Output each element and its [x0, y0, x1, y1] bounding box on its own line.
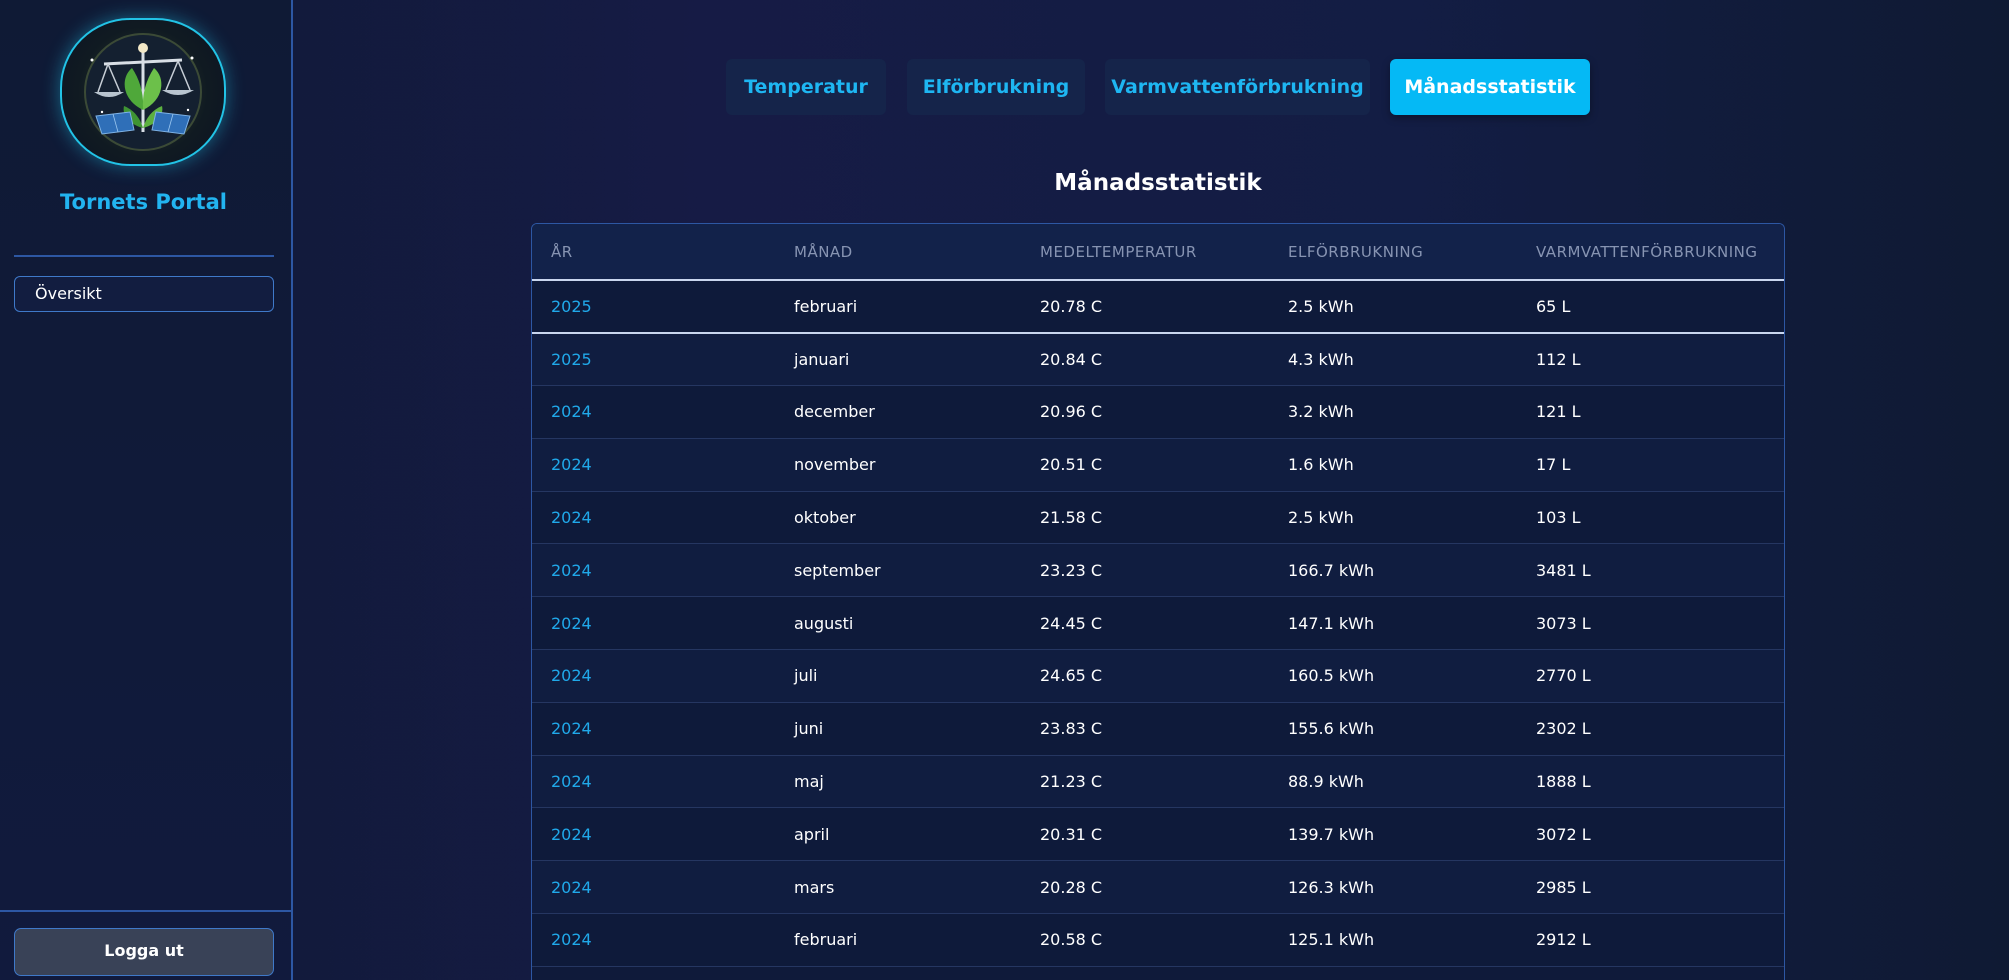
- cell-month: juli: [794, 666, 818, 686]
- cell-electricity: 166.7 kWh: [1288, 560, 1375, 580]
- table-row[interactable]: 2025 februari 20.78 C 2.5 kWh 65 L: [532, 280, 1784, 333]
- cell-year: 2024: [551, 824, 592, 844]
- sidebar-divider: [14, 255, 274, 257]
- cell-hot-water: 2770 L: [1536, 666, 1591, 686]
- cell-month: mars: [794, 877, 835, 897]
- tab-manadsstatistik[interactable]: Månadsstatistik: [1390, 59, 1590, 115]
- cell-avg-temperature: 20.28 C: [1040, 877, 1103, 897]
- cell-year: 2024: [551, 772, 592, 792]
- cell-hot-water: 121 L: [1536, 402, 1581, 422]
- column-header-month[interactable]: MÅNAD: [775, 224, 1021, 280]
- cell-month: september: [794, 560, 881, 580]
- cell-electricity: 1.6 kWh: [1288, 455, 1354, 475]
- table-row[interactable]: 2024 december 20.96 C 3.2 kWh 121 L: [532, 385, 1784, 439]
- cell-hot-water: 112 L: [1536, 349, 1581, 369]
- cell-electricity: 2.5 kWh: [1288, 296, 1354, 316]
- tab-varmvattenforbrukning[interactable]: Varmvattenförbrukning: [1105, 59, 1370, 115]
- table-row[interactable]: 2024 november 20.51 C 1.6 kWh 17 L: [532, 438, 1784, 492]
- cell-month: april: [794, 824, 830, 844]
- cell-year: 2024: [551, 560, 592, 580]
- cell-hot-water: 1888 L: [1536, 772, 1591, 792]
- cell-month: februari: [794, 930, 858, 950]
- scales-leaf-solar-emblem-icon: [84, 33, 202, 151]
- cell-year: 2025: [551, 349, 592, 369]
- table-row[interactable]: 2024 augusti 24.45 C 147.1 kWh 3073 L: [532, 596, 1784, 650]
- cell-avg-temperature: 21.58 C: [1040, 508, 1103, 528]
- table-row[interactable]: 2024 februari 20.58 C 125.1 kWh 2912 L: [532, 913, 1784, 967]
- cell-avg-temperature: 20.84 C: [1040, 349, 1103, 369]
- cell-hot-water: 103 L: [1536, 508, 1581, 528]
- cell-month: december: [794, 402, 875, 422]
- statistics-table: ÅR MÅNAD MEDELTEMPERATUR ELFÖRBRUKNING V…: [532, 224, 1784, 967]
- cell-hot-water: 65 L: [1536, 296, 1571, 316]
- table-row[interactable]: 2024 oktober 21.58 C 2.5 kWh 103 L: [532, 491, 1784, 544]
- cell-avg-temperature: 23.23 C: [1040, 560, 1103, 580]
- cell-month: januari: [794, 349, 850, 369]
- cell-year: 2025: [551, 296, 592, 316]
- column-header-hot-water[interactable]: VARMVATTENFÖRBRUKNING: [1517, 224, 1784, 280]
- cell-electricity: 126.3 kWh: [1288, 877, 1375, 897]
- cell-avg-temperature: 21.23 C: [1040, 772, 1103, 792]
- table-row[interactable]: 2024 september 23.23 C 166.7 kWh 3481 L: [532, 543, 1784, 597]
- cell-avg-temperature: 20.58 C: [1040, 930, 1103, 950]
- cell-hot-water: 2302 L: [1536, 719, 1591, 739]
- sidebar: Tornets Portal Översikt Logga ut: [0, 0, 293, 980]
- cell-electricity: 139.7 kWh: [1288, 824, 1375, 844]
- cell-year: 2024: [551, 508, 592, 528]
- cell-year: 2024: [551, 402, 592, 422]
- cell-month: februari: [794, 296, 858, 316]
- cell-electricity: 2.5 kWh: [1288, 508, 1354, 528]
- cell-avg-temperature: 20.51 C: [1040, 455, 1103, 475]
- cell-year: 2024: [551, 877, 592, 897]
- statistics-table-container: ÅR MÅNAD MEDELTEMPERATUR ELFÖRBRUKNING V…: [531, 223, 1785, 980]
- cell-month: november: [794, 455, 876, 475]
- table-row[interactable]: 2024 juli 24.65 C 160.5 kWh 2770 L: [532, 649, 1784, 703]
- table-row[interactable]: 2024 april 20.31 C 139.7 kWh 3072 L: [532, 807, 1784, 861]
- cell-electricity: 88.9 kWh: [1288, 772, 1364, 792]
- portal-name: Tornets Portal: [60, 190, 227, 214]
- table-header-row: ÅR MÅNAD MEDELTEMPERATUR ELFÖRBRUKNING V…: [532, 224, 1784, 280]
- cell-electricity: 147.1 kWh: [1288, 613, 1375, 633]
- table-row[interactable]: 2024 maj 21.23 C 88.9 kWh 1888 L: [532, 755, 1784, 808]
- cell-hot-water: 17 L: [1536, 455, 1571, 475]
- tab-temperatur[interactable]: Temperatur: [726, 59, 886, 115]
- cell-year: 2024: [551, 930, 592, 950]
- page-title: Månadsstatistik: [1054, 170, 1262, 196]
- cell-year: 2024: [551, 455, 592, 475]
- cell-avg-temperature: 24.45 C: [1040, 613, 1103, 633]
- cell-month: oktober: [794, 508, 856, 528]
- cell-hot-water: 3073 L: [1536, 613, 1591, 633]
- sidebar-item-oversikt[interactable]: Översikt: [14, 276, 274, 312]
- logout-button[interactable]: Logga ut: [14, 928, 274, 976]
- table-row[interactable]: 2025 januari 20.84 C 4.3 kWh 112 L: [532, 332, 1784, 386]
- cell-electricity: 125.1 kWh: [1288, 930, 1375, 950]
- cell-avg-temperature: 20.96 C: [1040, 402, 1103, 422]
- column-header-electricity[interactable]: ELFÖRBRUKNING: [1269, 224, 1517, 280]
- table-row[interactable]: 2024 mars 20.28 C 126.3 kWh 2985 L: [532, 860, 1784, 914]
- cell-year: 2024: [551, 719, 592, 739]
- cell-avg-temperature: 24.65 C: [1040, 666, 1103, 686]
- cell-avg-temperature: 23.83 C: [1040, 719, 1103, 739]
- portal-logo[interactable]: [60, 18, 226, 166]
- cell-electricity: 155.6 kWh: [1288, 719, 1375, 739]
- cell-month: augusti: [794, 613, 854, 633]
- cell-electricity: 3.2 kWh: [1288, 402, 1354, 422]
- column-header-year[interactable]: ÅR: [532, 224, 775, 280]
- cell-year: 2024: [551, 613, 592, 633]
- table-row[interactable]: 2024 juni 23.83 C 155.6 kWh 2302 L: [532, 702, 1784, 756]
- tab-elforbrukning[interactable]: Elförbrukning: [907, 59, 1085, 115]
- cell-hot-water: 3481 L: [1536, 560, 1591, 580]
- cell-month: maj: [794, 772, 824, 792]
- cell-month: juni: [794, 719, 824, 739]
- cell-hot-water: 2912 L: [1536, 930, 1591, 950]
- cell-year: 2024: [551, 666, 592, 686]
- cell-avg-temperature: 20.78 C: [1040, 296, 1103, 316]
- cell-hot-water: 3072 L: [1536, 824, 1591, 844]
- cell-avg-temperature: 20.31 C: [1040, 824, 1103, 844]
- cell-hot-water: 2985 L: [1536, 877, 1591, 897]
- sidebar-bottom-divider: [0, 910, 291, 912]
- cell-electricity: 4.3 kWh: [1288, 349, 1354, 369]
- column-header-avg-temperature[interactable]: MEDELTEMPERATUR: [1021, 224, 1269, 280]
- cell-electricity: 160.5 kWh: [1288, 666, 1375, 686]
